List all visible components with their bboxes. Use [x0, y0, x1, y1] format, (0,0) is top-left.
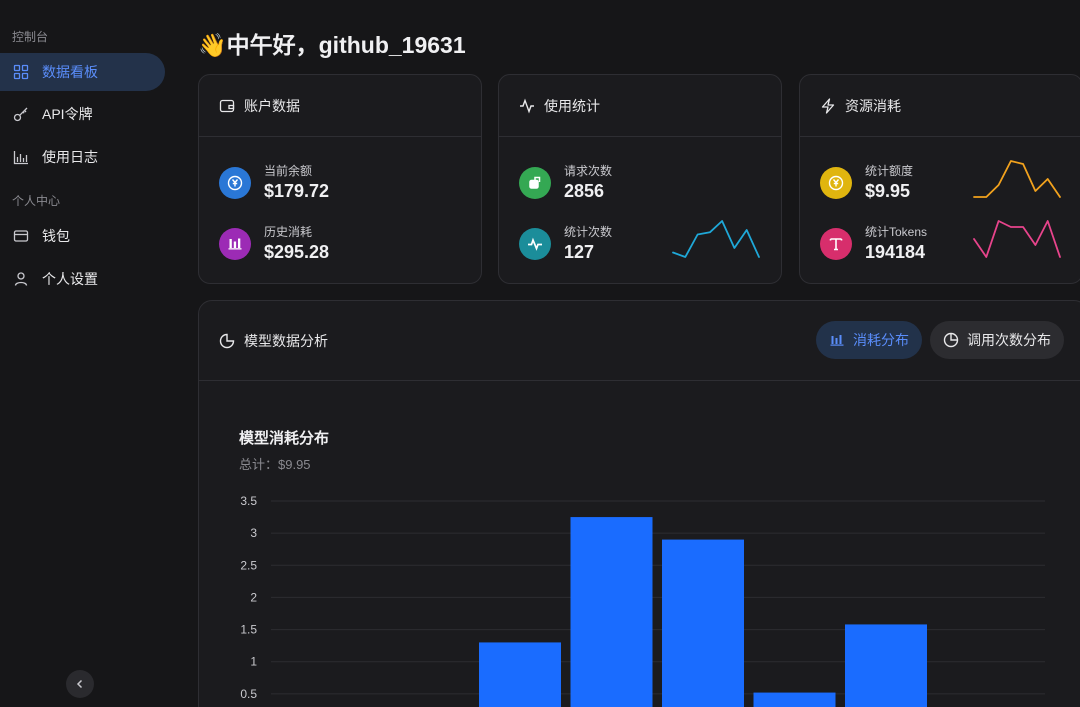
chart-bar[interactable] — [753, 692, 836, 707]
account-card: 账户数据 当前余额 $179.72 历史消耗 $295.28 — [198, 74, 482, 284]
model-analysis-card: 模型数据分析 消耗分布 调用次数分布 模型消耗分布 总计：$9.95 3.5 3 2… — [198, 300, 1080, 707]
stat-count-value: 127 — [564, 242, 595, 262]
activity-icon — [519, 97, 535, 114]
card-header: 账户数据 — [199, 75, 481, 137]
requests-label: 请求次数 — [564, 164, 613, 178]
y-tick-label: 1.5 — [240, 623, 257, 637]
pulse-icon — [519, 228, 551, 260]
sidebar-item-usage-log[interactable]: 使用日志 — [0, 138, 165, 176]
quota-sparkline — [973, 160, 1061, 198]
sparkline-line — [973, 160, 1061, 198]
y-tick-label: 2 — [250, 590, 257, 604]
chart-bar[interactable] — [845, 624, 927, 707]
card-header: 资源消耗 — [800, 75, 1080, 137]
key-icon — [12, 105, 30, 123]
sidebar-item-label: 使用日志 — [42, 149, 98, 165]
card-title: 使用统计 — [544, 97, 600, 114]
sidebar-item-api-token[interactable]: API令牌 — [0, 95, 165, 133]
wallet-icon — [12, 227, 30, 245]
user-icon — [12, 270, 30, 288]
sidebar-item-label: API令牌 — [42, 106, 93, 122]
quota-value: $9.95 — [865, 181, 911, 201]
usage-card: 使用统计 请求次数 2856 统计次数 127 — [498, 74, 782, 284]
balance-stat: 当前余额 $179.72 — [219, 163, 329, 203]
sparkline-line — [973, 220, 1061, 258]
chart-bar[interactable] — [570, 517, 653, 707]
y-tick-label: 3.5 — [240, 494, 257, 508]
quota-stat: 统计额度 $9.95 — [820, 163, 913, 203]
sidebar-item-settings[interactable]: 个人设置 — [0, 260, 165, 298]
section-title-personal: 个人中心 — [12, 194, 61, 208]
history-label: 历史消耗 — [264, 225, 313, 239]
tokens-value: 194184 — [865, 242, 926, 262]
balance-label: 当前余额 — [264, 164, 313, 178]
y-tick-label: 1 — [250, 655, 257, 669]
card-title: 账户数据 — [244, 97, 300, 114]
yuan-coin-icon — [820, 167, 852, 199]
resource-card: 资源消耗 统计额度 $9.95 统计Tokens 194184 — [799, 74, 1080, 284]
send-icon — [519, 167, 551, 199]
history-stat: 历史消耗 $295.28 — [219, 224, 329, 264]
requests-value: 2856 — [564, 181, 605, 201]
stat-count-sparkline — [672, 220, 760, 258]
sparkline-line — [672, 220, 760, 258]
y-tick-label: 3 — [250, 526, 257, 540]
card-title: 资源消耗 — [845, 97, 901, 114]
requests-stat: 请求次数 2856 — [519, 163, 612, 203]
consumption-bar-chart: 3.5 3 2.5 2 1.5 1 0.5 — [240, 494, 1045, 707]
sidebar-item-wallet[interactable]: 钱包 — [0, 217, 165, 255]
wallet-icon — [219, 98, 235, 114]
chart-bar[interactable] — [479, 642, 561, 707]
sidebar-item-label: 钱包 — [42, 228, 70, 244]
sidebar: 控制台 数据看板 API令牌 使用日志 个人中心 钱包 个人设置 — [0, 0, 175, 707]
tokens-sparkline — [973, 220, 1061, 258]
text-icon — [820, 228, 852, 260]
card-header: 使用统计 — [499, 75, 781, 137]
greeting-title: 👋中午好，github_19631 — [198, 32, 466, 58]
collapse-sidebar-button[interactable] — [66, 670, 94, 698]
chart-bar-icon — [12, 148, 30, 166]
quota-label: 统计额度 — [865, 164, 914, 178]
y-tick-label: 0.5 — [240, 687, 257, 701]
section-title-console: 控制台 — [12, 30, 49, 44]
sidebar-item-label: 个人设置 — [42, 271, 98, 287]
sidebar-item-label: 数据看板 — [42, 64, 98, 80]
yuan-exchange-icon — [219, 167, 251, 199]
sidebar-item-dashboard[interactable]: 数据看板 — [0, 53, 165, 91]
tokens-stat: 统计Tokens 194184 — [820, 224, 927, 264]
bar-chart-icon — [219, 228, 251, 260]
stat-count-stat: 统计次数 127 — [519, 224, 612, 264]
stat-count-label: 统计次数 — [564, 225, 613, 239]
lightning-icon — [820, 97, 836, 114]
tokens-label: 统计Tokens — [865, 225, 928, 239]
dashboard-icon — [12, 63, 30, 81]
balance-value: $179.72 — [264, 181, 330, 201]
history-value: $295.28 — [264, 242, 330, 262]
chart-bar[interactable] — [662, 539, 744, 707]
y-tick-label: 2.5 — [240, 558, 257, 572]
chevron-left-icon — [76, 679, 83, 689]
